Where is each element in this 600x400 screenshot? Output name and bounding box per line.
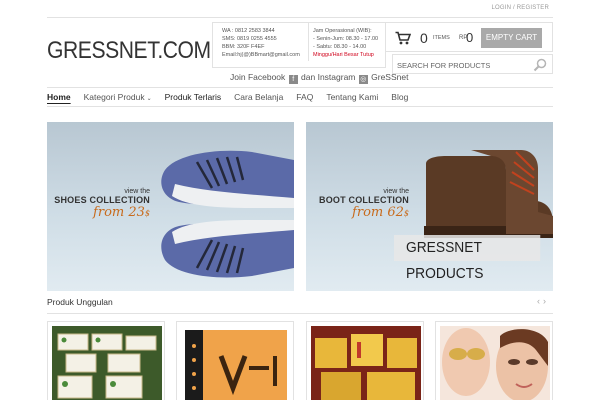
operating-hours: Jam Operasional (WIB): - Senin-Jum: 08.3… [308, 23, 386, 61]
product-image [311, 326, 421, 400]
hours-closed: Minggu/Hari Besar Tutup [313, 52, 374, 58]
banner-shoes-collection[interactable]: view the SHOES COLLECTION from 23$ [47, 122, 294, 291]
contact-sms: SMS: 0819 0255 4555 [222, 36, 277, 42]
hours-saturday: - Sabtu: 08.30 - 14.00 [313, 44, 367, 50]
cart-icon[interactable] [395, 31, 411, 45]
contact-wa: WA : 0812 2583 3844 [222, 28, 275, 34]
banner-caption: GRESSNET PRODUCTS [394, 235, 541, 282]
nav-faq[interactable]: FAQ [296, 92, 313, 102]
facebook-icon[interactable]: f [288, 75, 298, 84]
product-card[interactable] [47, 321, 165, 400]
chevron-right-icon[interactable]: › [543, 296, 549, 306]
product-card[interactable] [176, 321, 294, 400]
main-nav: Home Kategori Produk ⌄ Produk Terlaris Ca… [47, 87, 553, 107]
chevron-down-icon: ⌄ [146, 96, 152, 102]
banner-currency: $ [403, 209, 409, 218]
banner-shoes-text: view the SHOES COLLECTION from 23$ [54, 188, 150, 220]
nav-blog[interactable]: Blog [391, 92, 408, 102]
featured-section-title: Produk Unggulan [47, 297, 113, 307]
section-divider [47, 313, 553, 314]
banner-currency: $ [144, 209, 150, 218]
nav-kategori-produk[interactable]: Kategori Produk ⌄ [84, 92, 152, 102]
nav-cara-belanja[interactable]: Cara Belanja [234, 92, 283, 102]
banner-title: BOOT COLLECTION [319, 195, 409, 205]
contact-email: Email:hj(@)BBmart@gmail.com [222, 52, 300, 58]
cart-items-label: ITEMS [433, 35, 450, 41]
top-bar: LOGIN / REGISTER [47, 0, 553, 18]
search-input[interactable] [397, 59, 527, 71]
banner-boot-text: view the BOOT COLLECTION from 62$ [319, 188, 409, 220]
banner-title: SHOES COLLECTION [54, 195, 150, 205]
nav-kategori-label: Kategori Produk [83, 92, 145, 102]
product-image [181, 326, 291, 400]
instagram-icon[interactable]: ◎ [358, 75, 368, 84]
social-and-text: dan Instagram [301, 72, 356, 82]
contact-numbers: WA : 0812 2583 3844 SMS: 0819 0255 4555 … [222, 27, 302, 59]
social-join-text: Join Facebook [230, 72, 286, 82]
product-card[interactable] [435, 321, 553, 400]
banner-price: from 23$ [54, 205, 150, 220]
search-icon[interactable] [533, 58, 547, 72]
cart-widget: 0 ITEMS RP 0 EMPTY CART [386, 22, 553, 52]
social-links: Join Facebook f dan Instagram ◎ GreSSnet [230, 72, 408, 84]
search-box [392, 54, 553, 74]
empty-cart-button[interactable]: EMPTY CART [481, 28, 542, 48]
contact-bbm: BBM: 320F F4EF [222, 44, 265, 50]
login-register-link[interactable]: LOGIN / REGISTER [491, 5, 549, 11]
hours-title: Jam Operasional (WIB): [313, 28, 372, 34]
cart-item-count: 0 [420, 30, 428, 46]
banner-boot-collection[interactable]: view the BOOT COLLECTION from 62$ GRESSN… [306, 122, 553, 291]
product-card[interactable] [306, 321, 424, 400]
nav-produk-terlaris[interactable]: Produk Terlaris [165, 92, 222, 102]
nav-home[interactable]: Home [47, 92, 71, 102]
banner-price-value: from 23 [93, 205, 145, 220]
cart-total: 0 [466, 30, 474, 45]
banner-price: from 62$ [319, 205, 409, 220]
banner-view-label: view the [383, 188, 409, 195]
banner-price-value: from 62 [352, 205, 404, 220]
site-logo[interactable]: GRESSNET.COM [47, 37, 211, 65]
product-image [52, 326, 162, 400]
hours-weekday: - Senin-Jum: 08.30 - 17.00 [313, 36, 379, 42]
product-image [440, 326, 550, 400]
contact-info-box: WA : 0812 2583 3844 SMS: 0819 0255 4555 … [212, 22, 386, 68]
featured-carousel-controls: ‹› [537, 296, 549, 306]
banner-view-label: view the [124, 188, 150, 195]
nav-tentang-kami[interactable]: Tentang Kami [326, 92, 378, 102]
